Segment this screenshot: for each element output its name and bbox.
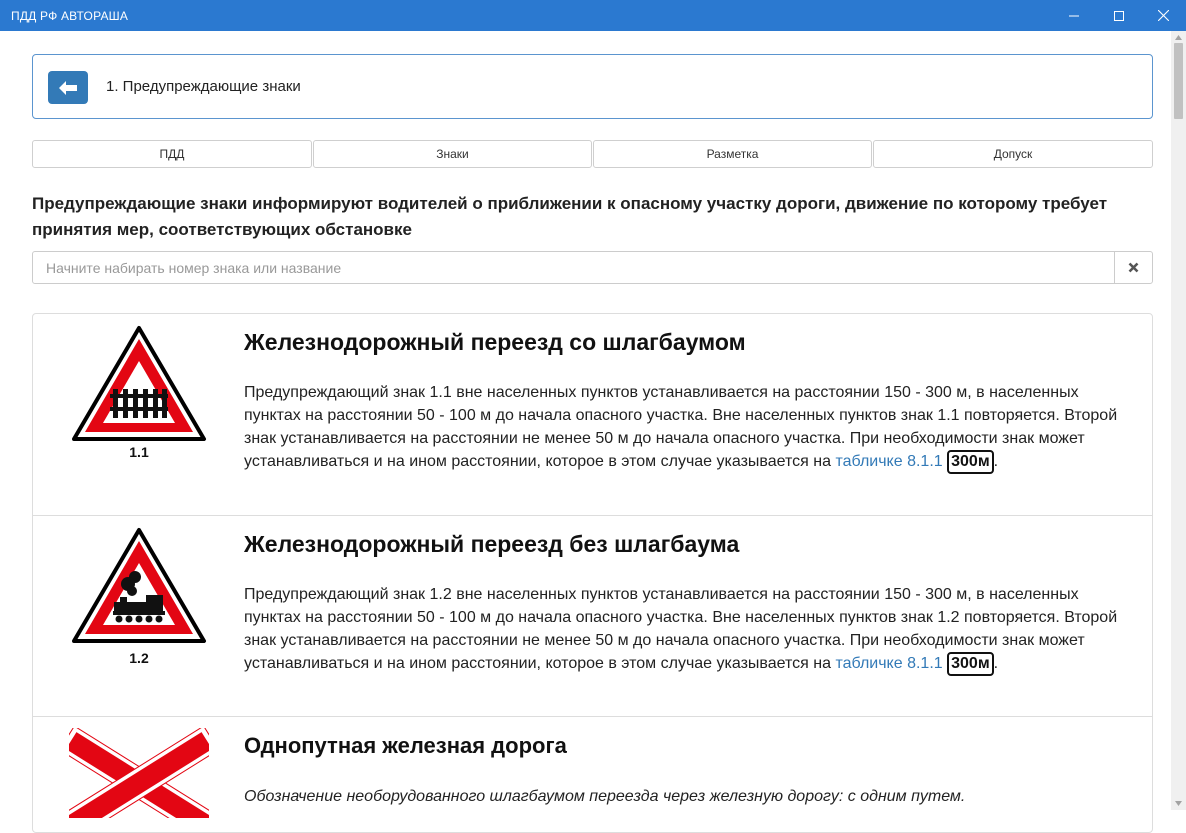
vertical-scrollbar[interactable] (1171, 31, 1186, 810)
minimize-icon (1069, 15, 1079, 16)
close-icon (1128, 262, 1139, 273)
distance-plate: 300м (947, 450, 994, 474)
maximize-button[interactable] (1096, 0, 1142, 31)
sign-search (32, 251, 1153, 284)
scrollbar-thumb[interactable] (1174, 43, 1183, 119)
railroad-crossing-without-barrier-sign-icon (72, 528, 206, 643)
sign-number: 1.1 (129, 444, 149, 460)
plate-link[interactable]: табличке 8.1.1 (835, 655, 942, 672)
sign-description: Предупреждающий знак 1.2 вне населенных … (244, 583, 1124, 676)
scroll-down-arrow-icon[interactable] (1174, 799, 1183, 808)
sign-title: Железнодорожный переезд со шлагбаумом (244, 329, 746, 355)
tab-signs[interactable]: Знаки (313, 140, 592, 168)
minimize-button[interactable] (1051, 0, 1097, 31)
category-tabs: ПДД Знаки Разметка Допуск (32, 140, 1153, 168)
sign-description: Обозначение необорудованного шлагбаумом … (244, 788, 966, 805)
description-end: . (993, 453, 999, 470)
back-button[interactable] (48, 71, 88, 104)
distance-plate: 300м (947, 652, 994, 676)
clear-search-button[interactable] (1114, 252, 1152, 283)
list-item[interactable]: 1.2 Железнодорожный переезд без шлагбаум… (33, 516, 1152, 717)
list-item[interactable]: 1.1 Железнодорожный переезд со шлагбаумо… (33, 314, 1152, 516)
plate-link[interactable]: табличке 8.1.1 (835, 453, 942, 470)
page-title: 1. Предупреждающие знаки (106, 78, 301, 95)
close-window-button[interactable] (1140, 0, 1186, 31)
section-header: 1. Предупреждающие знаки (32, 54, 1153, 119)
sign-number: 1.2 (129, 650, 149, 666)
app-title: ПДД РФ АВТОРАША (11, 9, 129, 23)
tab-markings[interactable]: Разметка (593, 140, 872, 168)
sign-title: Однопутная железная дорога (244, 733, 567, 758)
scroll-up-arrow-icon[interactable] (1174, 33, 1183, 42)
single-track-railway-sign-icon (69, 728, 209, 818)
description-end: . (993, 655, 999, 672)
arrow-left-icon (59, 80, 77, 95)
list-item[interactable]: Однопутная железная дорога Обозначение н… (33, 717, 1152, 832)
tab-admission[interactable]: Допуск (873, 140, 1153, 168)
section-description: Предупреждающие знаки информируют водите… (32, 194, 1108, 239)
search-input[interactable] (33, 252, 1115, 283)
maximize-icon (1114, 10, 1124, 21)
close-icon (1157, 10, 1169, 21)
railroad-crossing-with-barrier-sign-icon (72, 326, 206, 441)
sign-title: Железнодорожный переезд без шлагбаума (244, 531, 740, 557)
window-titlebar: ПДД РФ АВТОРАША (0, 0, 1186, 31)
sign-list: 1.1 Железнодорожный переезд со шлагбаумо… (32, 313, 1153, 833)
tab-pdd[interactable]: ПДД (32, 140, 312, 168)
sign-description: Предупреждающий знак 1.1 вне населенных … (244, 381, 1124, 474)
